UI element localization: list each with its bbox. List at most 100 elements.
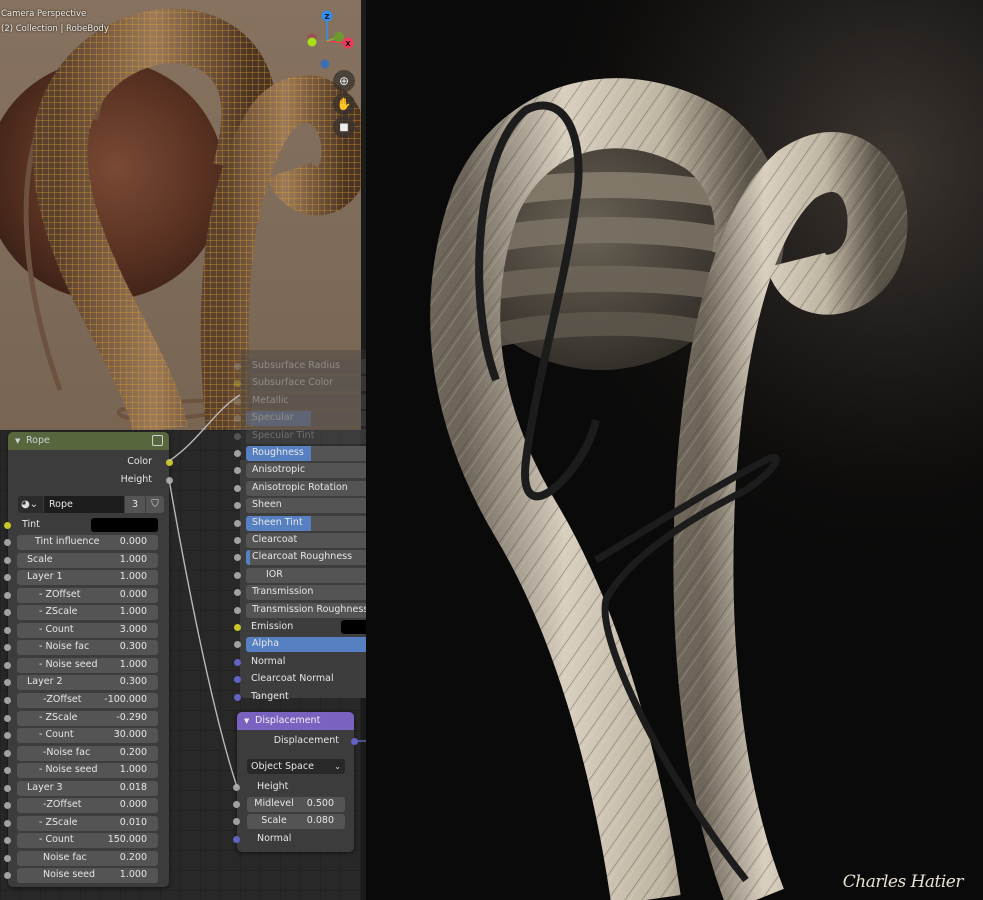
bsdf-input-socket[interactable] — [234, 502, 241, 510]
rope-input-socket[interactable] — [4, 644, 11, 652]
output-height-socket[interactable] — [166, 477, 173, 484]
bsdf-input-socket[interactable] — [234, 484, 241, 492]
tint-color-swatch[interactable] — [91, 518, 158, 532]
camera-view-button[interactable]: ■ — [333, 116, 355, 138]
rope-input-socket[interactable] — [4, 626, 11, 634]
rope-input-field[interactable]: -ZOffset -100.000 — [17, 692, 158, 708]
displacement-input-field[interactable]: Scale 0.080 — [247, 814, 345, 829]
gizmo-y-axis[interactable] — [334, 32, 344, 42]
rope-input-field[interactable]: Noise seed 1.000 — [17, 868, 158, 884]
bsdf-input-socket[interactable] — [234, 624, 241, 631]
rope-input-socket[interactable] — [4, 609, 11, 617]
bsdf-input-row: Emission — [234, 619, 366, 636]
collapse-arrow-icon[interactable]: ▼ — [15, 437, 20, 445]
rope-input-socket[interactable] — [4, 872, 11, 880]
rope-input-row: Layer 3 0.018 — [4, 780, 169, 798]
space-dropdown[interactable]: Object Space ⌄ — [247, 759, 345, 774]
displacement-input-socket[interactable] — [233, 784, 240, 791]
displacement-node[interactable]: ▼ Displacement Displacement Object Space… — [233, 712, 358, 852]
rope-input-socket[interactable] — [4, 802, 11, 810]
bsdf-input-socket[interactable] — [234, 519, 241, 527]
node-tree-browse-button[interactable]: ◕⌄ — [18, 496, 43, 513]
bsdf-input-socket[interactable] — [234, 415, 241, 423]
bsdf-input-socket[interactable] — [234, 676, 241, 684]
bsdf-input-socket[interactable] — [234, 641, 241, 649]
rope-input-socket[interactable] — [4, 837, 11, 845]
bsdf-input-socket[interactable] — [234, 571, 241, 579]
bsdf-input-socket[interactable] — [234, 380, 241, 388]
bsdf-input-socket[interactable] — [234, 658, 241, 666]
rope-input-field[interactable]: Scale 1.000 — [17, 552, 158, 568]
rope-input-field[interactable]: -Noise fac 0.200 — [17, 745, 158, 761]
bsdf-input-socket[interactable] — [234, 606, 241, 614]
output-color-socket[interactable] — [166, 459, 173, 466]
rope-input-label: - ZScale — [39, 711, 78, 723]
rope-input-socket[interactable] — [4, 556, 11, 564]
pan-view-button[interactable]: ✋ — [333, 93, 355, 115]
rope-input-field[interactable]: Noise fac 0.200 — [17, 850, 158, 866]
emission-color-swatch[interactable] — [341, 620, 366, 634]
rope-input-field[interactable]: - Noise seed 1.000 — [17, 763, 158, 779]
bsdf-input-socket[interactable] — [234, 467, 241, 475]
node-group-name-field[interactable]: Rope — [44, 496, 124, 513]
principled-bsdf-node[interactable]: Subsurface Radius Subsurface Color Metalli… — [234, 350, 366, 702]
bsdf-input-socket[interactable] — [234, 693, 241, 701]
gizmo-neg-y[interactable] — [307, 37, 317, 47]
rope-input-row: - ZScale 0.010 — [4, 815, 169, 833]
bsdf-input-socket[interactable] — [234, 554, 241, 562]
bsdf-input-label: IOR — [266, 568, 283, 580]
bsdf-input-socket[interactable] — [234, 363, 241, 370]
rope-input-field[interactable]: - Count 150.000 — [17, 833, 158, 849]
rope-input-field[interactable]: - Count 30.000 — [17, 728, 158, 744]
bsdf-input-slider[interactable] — [246, 567, 366, 583]
rope-input-socket[interactable] — [4, 819, 11, 827]
gizmo-neg-z[interactable] — [320, 59, 330, 69]
rope-input-field[interactable]: Layer 1 1.000 — [17, 570, 158, 586]
rope-input-field[interactable]: - Noise fac 0.300 — [17, 640, 158, 656]
bsdf-input-socket[interactable] — [234, 589, 241, 597]
rope-input-field[interactable]: -ZOffset 0.000 — [17, 798, 158, 814]
rope-input-field[interactable]: - ZScale -0.290 — [17, 710, 158, 726]
user-count[interactable]: 3 — [125, 496, 145, 513]
node-group-icon[interactable] — [152, 435, 163, 446]
rope-input-socket[interactable] — [4, 696, 11, 704]
rope-input-field[interactable]: Tint influence 0.000 — [17, 535, 158, 550]
collapse-arrow-icon[interactable]: ▼ — [244, 717, 249, 725]
rope-input-socket[interactable] — [4, 749, 11, 757]
rope-input-socket[interactable] — [4, 574, 11, 582]
fake-user-shield-icon[interactable]: ⛉ — [146, 496, 164, 513]
rope-input-field[interactable]: - Noise seed 1.000 — [17, 657, 158, 673]
bsdf-input-socket[interactable] — [234, 432, 241, 440]
rope-input-socket[interactable] — [4, 714, 11, 722]
rope-input-socket[interactable] — [4, 539, 11, 546]
displacement-input-socket[interactable] — [233, 801, 240, 808]
displacement-input-field[interactable]: Midlevel 0.500 — [247, 797, 345, 812]
rope-input-field[interactable]: - Count 3.000 — [17, 622, 158, 638]
rope-input-field[interactable]: - ZScale 1.000 — [17, 605, 158, 621]
bsdf-input-row: Clearcoat Roughness — [234, 549, 366, 566]
rope-input-socket[interactable] — [4, 661, 11, 669]
rope-input-field[interactable]: Layer 2 0.300 — [17, 675, 158, 691]
bsdf-input-socket[interactable] — [234, 450, 241, 457]
zoom-view-button[interactable]: ⊕ — [333, 70, 355, 92]
tint-socket[interactable] — [4, 522, 11, 529]
rope-input-field[interactable]: - ZOffset 0.000 — [17, 587, 158, 603]
rope-input-label: - Count — [39, 834, 74, 846]
displacement-input-socket[interactable] — [233, 818, 240, 825]
bsdf-input-socket[interactable] — [234, 537, 241, 544]
displacement-node-header[interactable]: ▼ Displacement — [237, 712, 354, 730]
displacement-input-socket[interactable] — [233, 836, 240, 843]
rope-input-socket[interactable] — [4, 591, 11, 599]
rope-input-socket[interactable] — [4, 767, 11, 775]
displacement-output-socket[interactable] — [351, 738, 358, 745]
rope-input-socket[interactable] — [4, 732, 11, 740]
navigation-gizmo[interactable]: Z X — [296, 8, 358, 70]
rope-node-header[interactable]: ▼ Rope — [8, 432, 169, 450]
rope-input-field[interactable]: Layer 3 0.018 — [17, 780, 158, 796]
rope-input-field[interactable]: - ZScale 0.010 — [17, 815, 158, 831]
rope-input-socket[interactable] — [4, 784, 11, 792]
rope-group-node[interactable]: ▼ Rope Color Height ◕⌄ Rope 3 ⛉ Tint Tin… — [4, 432, 173, 887]
bsdf-input-socket[interactable] — [234, 397, 241, 405]
rope-input-socket[interactable] — [4, 854, 11, 862]
rope-input-socket[interactable] — [4, 679, 11, 687]
